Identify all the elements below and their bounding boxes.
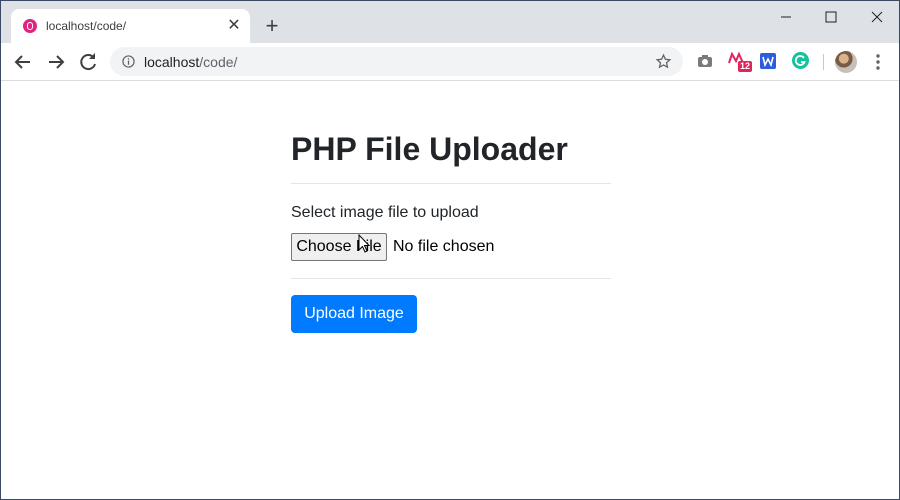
window-close-icon[interactable]	[862, 6, 892, 28]
m-extension-icon[interactable]: 12	[728, 51, 753, 72]
page-title: PHP File Uploader	[291, 131, 568, 167]
file-field-label: Select image file to upload	[291, 204, 479, 221]
back-arrow-icon[interactable]	[11, 50, 35, 74]
file-status-text: No file chosen	[393, 238, 495, 255]
tab-title: localhost/code/	[46, 19, 127, 33]
mouse-cursor-icon	[358, 234, 371, 253]
reload-icon[interactable]	[76, 50, 100, 74]
tab-strip: localhost/code/ ✕ +	[1, 1, 899, 43]
url-path: /code/	[199, 54, 238, 70]
choose-file-button[interactable]: Choose File	[291, 233, 387, 261]
profile-avatar[interactable]	[835, 51, 857, 73]
minimize-icon[interactable]	[771, 6, 801, 28]
app-favicon-icon	[23, 19, 37, 33]
url-host: localhost	[144, 54, 200, 70]
divider	[291, 183, 611, 184]
maximize-icon[interactable]	[816, 6, 846, 28]
grammarly-logo-icon	[794, 55, 806, 66]
site-info-icon[interactable]	[122, 55, 135, 68]
more-options-icon[interactable]	[870, 52, 886, 72]
divider	[291, 278, 611, 279]
w-extension-icon[interactable]	[760, 53, 776, 69]
address-bar[interactable]: localhost/code/	[110, 47, 683, 76]
grammarly-extension-icon[interactable]	[792, 52, 809, 69]
new-tab-icon[interactable]: +	[262, 15, 282, 37]
url-text[interactable]: localhost/code/	[144, 54, 237, 70]
browser-toolbar: localhost/code/ 12	[1, 43, 899, 81]
extension-badge: 12	[738, 61, 753, 72]
upload-image-button[interactable]: Upload Image	[291, 295, 417, 333]
forward-arrow-icon[interactable]	[44, 50, 68, 74]
camera-extension-icon[interactable]	[695, 51, 715, 71]
w-logo-icon	[762, 56, 774, 68]
browser-tab[interactable]: localhost/code/ ✕	[11, 9, 250, 43]
bookmark-star-icon[interactable]	[655, 53, 672, 70]
tab-close-icon[interactable]: ✕	[225, 17, 243, 35]
toolbar-divider	[823, 54, 824, 70]
